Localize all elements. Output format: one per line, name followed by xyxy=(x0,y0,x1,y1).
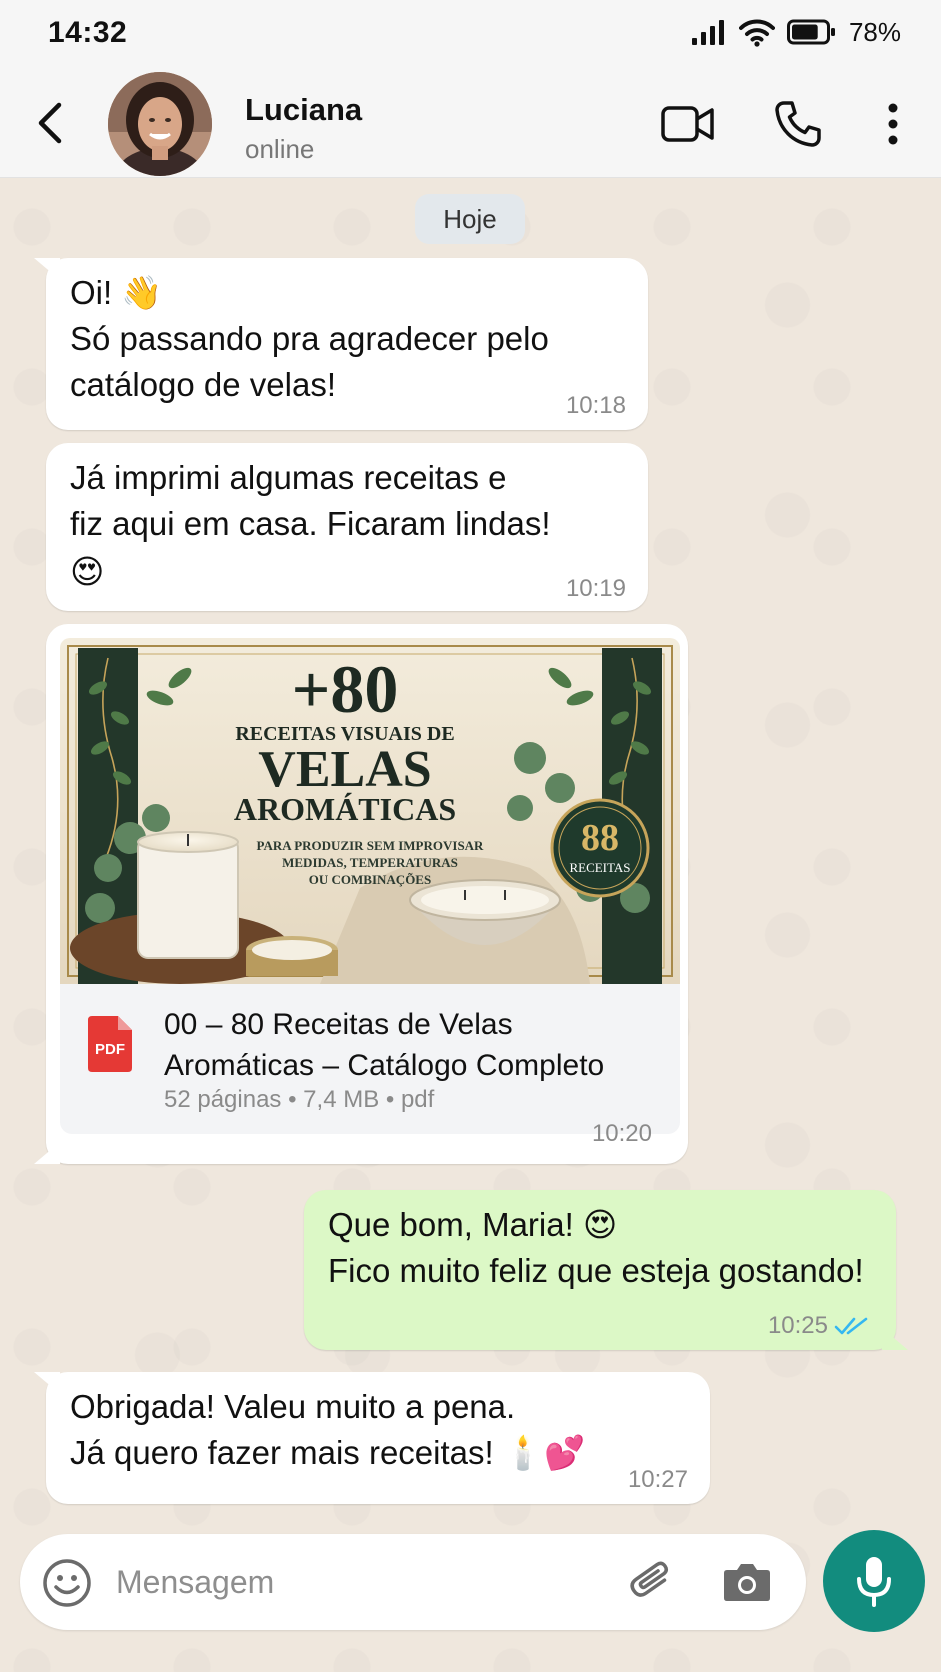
message-text: Só passando pra agradecer pelo xyxy=(70,320,549,357)
message-text: 😍 xyxy=(70,553,105,590)
read-receipt-icon xyxy=(834,1317,868,1335)
document-info[interactable]: PDF 00 – 80 Receitas de Velas Aromáticas… xyxy=(60,984,680,1134)
pdf-label: PDF xyxy=(95,1041,125,1058)
message-text: Já imprimi algumas receitas e xyxy=(70,459,507,496)
message-bubble-incoming[interactable]: Obrigada! Valeu muito a pena. Já quero f… xyxy=(34,1372,710,1504)
video-call-button[interactable] xyxy=(660,96,716,152)
message-time: 10:25 xyxy=(767,1312,828,1339)
date-chip: Hoje xyxy=(415,194,525,244)
back-button[interactable] xyxy=(28,96,72,150)
wifi-icon xyxy=(738,19,775,47)
message-time: 10:18 xyxy=(565,392,626,419)
message-time: 10:27 xyxy=(627,1466,688,1493)
message-text: Oi! 👋 xyxy=(70,274,163,311)
message-bubble-outgoing[interactable]: Que bom, Maria! 😍 Fico muito feliz que e… xyxy=(304,1190,908,1350)
top-bar: 14:32 78% Luciana online xyxy=(0,0,941,178)
message-text: Que bom, Maria! 😍 xyxy=(328,1206,618,1243)
cover-line3: AROMÁTICAS xyxy=(234,791,456,827)
camera-icon[interactable] xyxy=(722,1560,772,1604)
cover-sub1: PARA PRODUZIR SEM IMPROVISAR xyxy=(257,838,485,853)
message-text: fiz aqui em casa. Ficaram lindas! xyxy=(70,505,551,542)
contact-avatar[interactable] xyxy=(108,72,212,176)
emoji-icon[interactable] xyxy=(42,1558,92,1608)
voice-call-button[interactable] xyxy=(770,96,826,152)
document-meta: 52 páginas • 7,4 MB • pdf xyxy=(164,1086,435,1113)
cover-line2: VELAS xyxy=(258,741,431,798)
video-call-icon xyxy=(661,106,714,142)
signal-icon xyxy=(691,20,724,45)
cover-sub2: MEDIDAS, TEMPERATURAS xyxy=(282,855,458,870)
cover-number: +80 xyxy=(292,651,399,727)
bubble-tail xyxy=(34,258,60,280)
message-bubble-incoming[interactable]: Já imprimi algumas receitas e fiz aqui e… xyxy=(46,443,648,611)
pdf-file-icon: PDF xyxy=(88,1016,132,1072)
status-icons: 78% xyxy=(691,14,901,50)
document-name-line: 00 – 80 Receitas de Velas xyxy=(164,1008,513,1041)
cover-sub3: OU COMBINAÇÕES xyxy=(309,872,431,887)
contact-status: online xyxy=(245,134,315,164)
contact-name[interactable]: Luciana xyxy=(245,92,362,128)
voice-record-button[interactable] xyxy=(823,1530,925,1632)
message-text: catálogo de velas! xyxy=(70,366,337,403)
message-time: 10:19 xyxy=(565,575,626,602)
attach-icon[interactable] xyxy=(626,1556,678,1608)
more-vert-icon xyxy=(888,103,898,145)
mic-icon xyxy=(857,1557,891,1607)
catalog-cover: 88 RECEITAS +80 RECEITAS VISUAIS DE VELA… xyxy=(60,638,680,984)
status-time: 14:32 xyxy=(48,16,128,49)
message-input[interactable] xyxy=(116,1554,596,1610)
bubble-tail xyxy=(882,1328,908,1350)
seal-label: RECEITAS xyxy=(569,860,630,875)
message-time: 10:20 xyxy=(591,1120,652,1147)
message-text: Fico muito feliz que esteja gostando! xyxy=(328,1252,864,1289)
document-preview-image[interactable]: 88 RECEITAS +80 RECEITAS VISUAIS DE VELA… xyxy=(60,638,680,984)
document-message-bubble[interactable]: 88 RECEITAS +80 RECEITAS VISUAIS DE VELA… xyxy=(34,624,688,1164)
bubble-tail xyxy=(34,1372,60,1394)
seal-number: 88 xyxy=(581,817,619,859)
more-options-button[interactable] xyxy=(878,96,908,152)
back-arrow-icon xyxy=(38,102,62,144)
message-composer xyxy=(20,1534,806,1630)
battery-percent: 78% xyxy=(848,16,901,47)
avatar-photo xyxy=(108,72,212,176)
message-text: Obrigada! Valeu muito a pena. xyxy=(70,1388,516,1425)
document-name-line: Aromáticas – Catálogo Completo xyxy=(164,1049,605,1082)
bubble-tail xyxy=(34,1142,60,1164)
message-bubble-incoming[interactable]: Oi! 👋 Só passando pra agradecer pelo cat… xyxy=(34,258,648,430)
battery-icon xyxy=(786,19,835,45)
phone-icon xyxy=(775,101,821,147)
message-text: Já quero fazer mais receitas! 🕯️💕 xyxy=(70,1434,586,1471)
document-name: 00 – 80 Receitas de Velas Aromáticas – C… xyxy=(164,1004,604,1086)
